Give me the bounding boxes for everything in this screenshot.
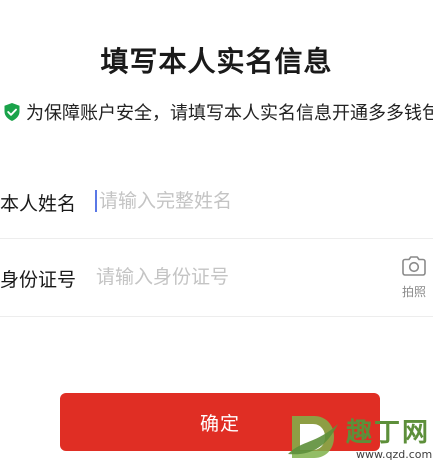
take-photo-button[interactable]: 拍照: [398, 255, 430, 303]
camera-icon: [401, 255, 427, 277]
name-input[interactable]: [96, 186, 369, 216]
id-number-row: 身份证号 拍照: [0, 238, 433, 315]
id-number-input[interactable]: [96, 262, 366, 292]
real-name-verification-screen: 填写本人实名信息 为保障账户安全，请填写本人实名信息开通多多钱包 本人姓名 身份…: [0, 0, 433, 466]
id-number-label: 身份证号: [0, 269, 77, 291]
name-row: 本人姓名: [0, 163, 433, 239]
take-photo-label: 拍照: [401, 285, 426, 299]
divider: [0, 316, 433, 317]
shield-check-icon: [4, 103, 20, 121]
security-notice-text: 为保障账户安全，请填写本人实名信息开通多多钱包: [26, 103, 433, 124]
name-label: 本人姓名: [0, 193, 77, 215]
confirm-button[interactable]: 确定: [60, 393, 380, 451]
page-title: 填写本人实名信息: [100, 45, 333, 78]
security-notice: 为保障账户安全，请填写本人实名信息开通多多钱包: [4, 99, 433, 125]
